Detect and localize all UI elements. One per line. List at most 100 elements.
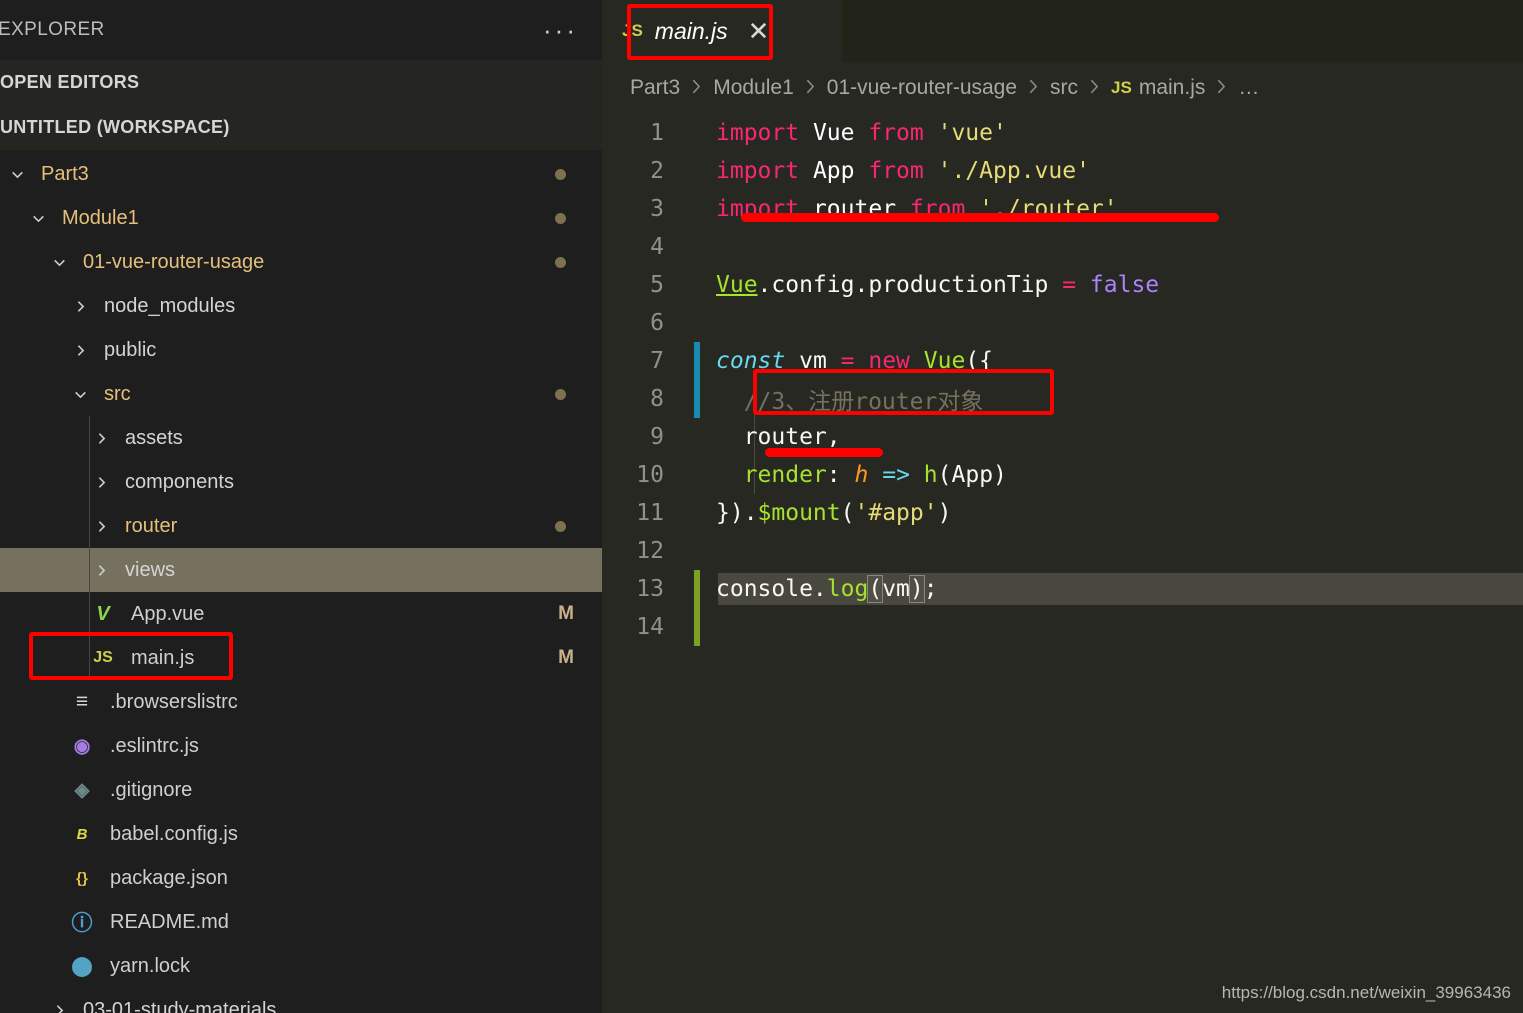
- tree-item-views[interactable]: views: [0, 548, 602, 592]
- tree-item-label: README.md: [110, 910, 229, 933]
- editor-pane: JS main.js ✕ Part3 Module1 01-vue-router-usa…: [602, 0, 1523, 1013]
- tree-item-eslintrc-js[interactable]: ◉ .eslintrc.js: [0, 724, 602, 768]
- tree-item-main-js[interactable]: JS main.js M: [0, 636, 602, 680]
- chevron-right-icon[interactable]: [88, 562, 114, 579]
- code-token: (: [937, 462, 952, 488]
- code-line[interactable]: 4: [602, 228, 1523, 266]
- code-text: router,: [680, 424, 841, 450]
- code-text: const vm = new Vue({: [680, 348, 993, 374]
- code-editor[interactable]: 1 import Vue from 'vue' 2 import App from '…: [602, 114, 1523, 1013]
- chevron-down-icon[interactable]: [25, 210, 51, 227]
- code-token: const: [716, 348, 786, 374]
- chevron-right-icon: [1027, 77, 1040, 99]
- code-token: Vue: [716, 272, 758, 298]
- code-line[interactable]: 10 render: h => h(App): [602, 456, 1523, 494]
- line-number: 12: [636, 538, 664, 564]
- tree-item-01-vue-router-usage[interactable]: 01-vue-router-usage: [0, 240, 602, 284]
- chevron-right-icon[interactable]: [88, 474, 114, 491]
- code-line[interactable]: 5 Vue.config.productionTip = false: [602, 266, 1523, 304]
- chevron-right-icon[interactable]: [67, 342, 93, 359]
- git-icon: ◈: [74, 779, 90, 801]
- section-workspace[interactable]: UNTITLED (WORKSPACE): [0, 104, 602, 150]
- tree-item-readme-md[interactable]: ⓘ README.md: [0, 900, 602, 944]
- tree-item-gitignore[interactable]: ◈ .gitignore: [0, 768, 602, 812]
- chevron-right-icon[interactable]: [88, 430, 114, 447]
- breadcrumb-item[interactable]: main.js: [1139, 76, 1206, 100]
- tree-item-module1[interactable]: Module1: [0, 196, 602, 240]
- tree-item-router[interactable]: router: [0, 504, 602, 548]
- code-token: (: [867, 575, 884, 603]
- code-line[interactable]: 14: [602, 608, 1523, 646]
- breadcrumb-item[interactable]: 01-vue-router-usage: [827, 76, 1017, 100]
- chevron-down-icon[interactable]: [46, 254, 72, 271]
- tree-item-part3[interactable]: Part3: [0, 152, 602, 196]
- line-number: 6: [650, 310, 664, 336]
- code-text: Vue.config.productionTip = false: [680, 272, 1159, 298]
- code-line[interactable]: 3 import router from './router': [602, 190, 1523, 228]
- code-token: false: [1089, 272, 1160, 298]
- breadcrumb: Part3 Module1 01-vue-router-usage src JS main…: [602, 62, 1523, 114]
- git-status-badge: M: [558, 647, 574, 668]
- code-token: ;: [923, 576, 938, 602]
- chevron-right-icon[interactable]: [46, 1002, 72, 1013]
- editor-tab-main-js[interactable]: JS main.js ✕: [602, 0, 842, 62]
- breadcrumb-item[interactable]: Part3: [630, 76, 680, 100]
- code-token: 'vue': [937, 120, 1007, 146]
- chevron-down-icon[interactable]: [4, 166, 30, 183]
- chevron-right-icon[interactable]: [67, 298, 93, 315]
- ellipsis-icon[interactable]: ···: [543, 17, 578, 43]
- tree-item-yarn-lock[interactable]: ⬤ yarn.lock: [0, 944, 602, 988]
- close-icon[interactable]: ✕: [748, 18, 770, 44]
- line-number: 1: [650, 120, 664, 146]
- tree-item-src[interactable]: src: [0, 372, 602, 416]
- code-token: App: [951, 462, 994, 488]
- code-line[interactable]: 2 import App from './App.vue': [602, 152, 1523, 190]
- code-token: vm: [882, 576, 910, 602]
- code-token: h: [854, 462, 869, 488]
- tree-item-public[interactable]: public: [0, 328, 602, 372]
- chevron-down-icon[interactable]: [67, 386, 93, 403]
- code-token: =: [840, 348, 855, 374]
- chevron-right-icon[interactable]: [88, 518, 114, 535]
- tree-item-assets[interactable]: assets: [0, 416, 602, 460]
- code-line[interactable]: 1 import Vue from 'vue': [602, 114, 1523, 152]
- indent-guide: [89, 460, 90, 504]
- code-line[interactable]: 6: [602, 304, 1523, 342]
- tree-item-browserslistrc[interactable]: ≡ .browserslistrc: [0, 680, 602, 724]
- code-line[interactable]: 8 //3、注册router对象: [602, 380, 1523, 418]
- tree-item-package-json[interactable]: {} package.json: [0, 856, 602, 900]
- breadcrumb-item[interactable]: src: [1050, 76, 1078, 100]
- code-line[interactable]: 13 console.log(vm);: [602, 570, 1523, 608]
- section-open-editors[interactable]: OPEN EDITORS: [0, 60, 602, 104]
- tree-item-node-modules[interactable]: node_modules: [0, 284, 602, 328]
- code-token: =: [1062, 272, 1077, 298]
- code-line[interactable]: 9 router,: [602, 418, 1523, 456]
- tree-item-label: 03-01-study-materials: [83, 998, 277, 1013]
- tree-item-babel-config-js[interactable]: Bbabel.config.js: [0, 812, 602, 856]
- js-icon: JS: [1111, 78, 1132, 97]
- line-number: 2: [650, 158, 664, 184]
- code-line[interactable]: 11}).$mount('#app'): [602, 494, 1523, 532]
- code-token: import: [716, 196, 800, 222]
- line-number: 3: [650, 196, 664, 222]
- js-icon: JS: [622, 21, 643, 40]
- tree-item-label: 01-vue-router-usage: [83, 250, 265, 273]
- code-token: from: [909, 196, 966, 222]
- indent-guide: [89, 548, 90, 592]
- line-number: 9: [650, 424, 664, 450]
- code-line[interactable]: 7 const vm = new Vue({: [602, 342, 1523, 380]
- breadcrumb-item[interactable]: …: [1238, 76, 1259, 100]
- tree-item-03-01-study-materials[interactable]: 03-01-study-materials: [0, 988, 602, 1013]
- code-text: //3、注册router对象: [680, 382, 984, 416]
- breadcrumb-item[interactable]: Module1: [713, 76, 794, 100]
- code-token: .config.productionTip: [757, 272, 1063, 298]
- tree-item-app-vue[interactable]: V App.vue M: [0, 592, 602, 636]
- code-line[interactable]: 12: [602, 532, 1523, 570]
- tree-item-components[interactable]: components: [0, 460, 602, 504]
- tree-item-label: package.json: [110, 866, 228, 889]
